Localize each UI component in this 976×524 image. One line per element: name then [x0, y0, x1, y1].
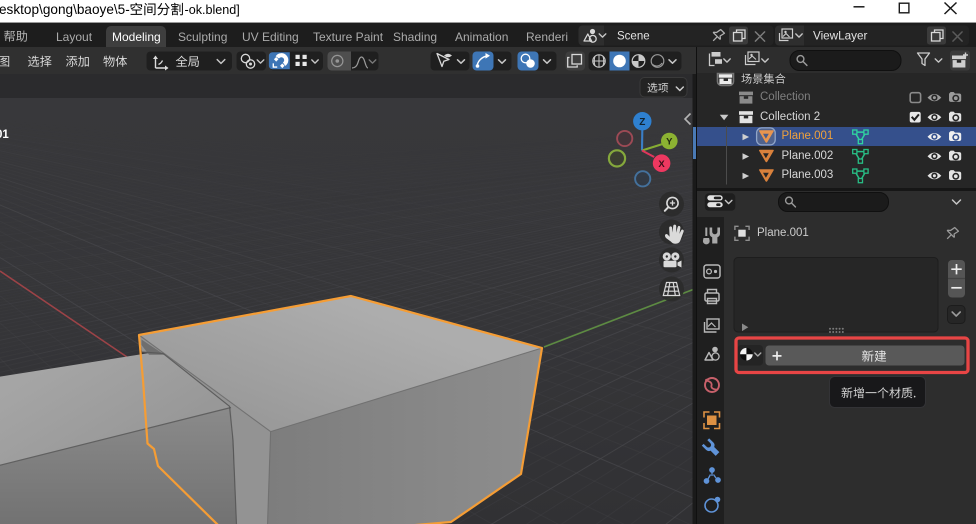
svg-text:Scene: Scene: [617, 31, 650, 43]
svg-text:ViewLayer: ViewLayer: [813, 30, 867, 43]
